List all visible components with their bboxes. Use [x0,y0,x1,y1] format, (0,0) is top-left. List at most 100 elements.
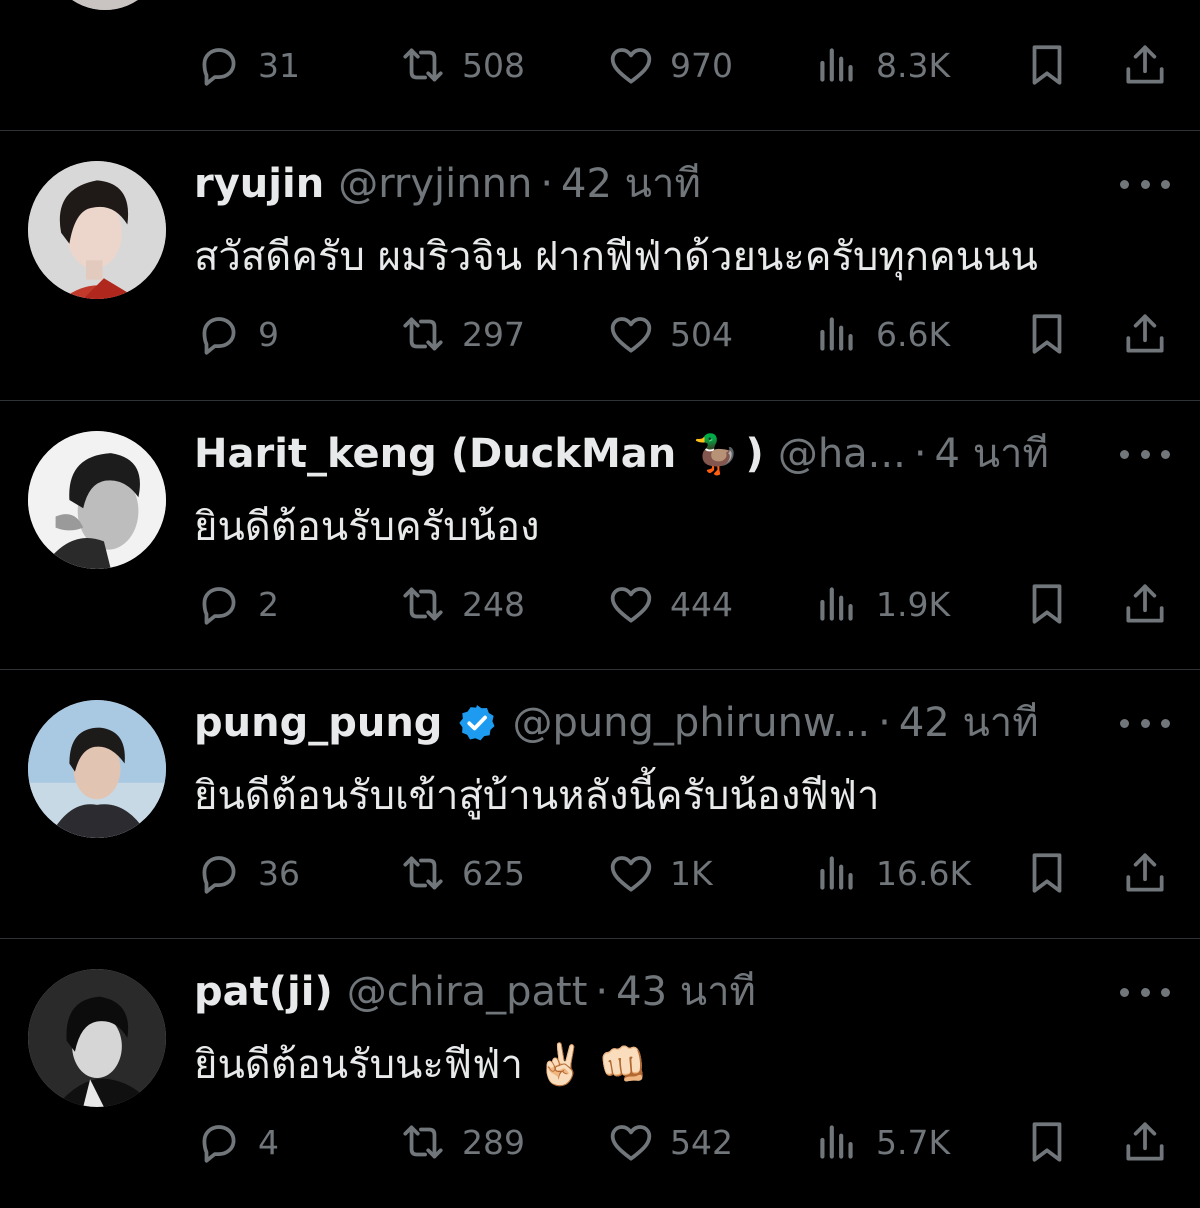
views-icon [820,856,853,890]
views-icon [820,48,853,82]
more-button[interactable] [1120,439,1170,469]
tweet[interactable]: pat(ji) @chira_patt · 43 นาที ยินดีต้อนร… [0,938,1200,1208]
retweet-icon [403,48,443,82]
heart-icon [610,587,652,623]
share-button[interactable] [1120,569,1170,639]
views-button[interactable]: 6.6K [812,299,950,369]
tweet-header: Harit_keng (DuckMan 🦆) @ha... · 4 นาที [194,427,1094,481]
avatar[interactable] [46,0,164,10]
reply-button[interactable]: 36 [194,838,300,908]
bookmark-icon [1032,45,1062,85]
like-count: 504 [670,314,733,354]
like-button[interactable]: 542 [606,1107,733,1177]
like-button[interactable]: 504 [606,299,733,369]
handle[interactable]: @chira_patt [347,965,588,1019]
action-bar: 36 625 1K 16.6K [0,838,1200,908]
view-count: 5.7K [876,1122,951,1162]
timestamp[interactable]: 42 นาที [561,157,701,211]
avatar-image [28,700,166,838]
display-name[interactable]: pung_pung [194,696,442,750]
views-button[interactable]: 8.3K [812,30,950,100]
views-button[interactable]: 1.9K [812,569,950,639]
share-icon [1126,853,1164,892]
bookmark-button[interactable] [1022,30,1072,100]
retweet-icon [403,587,443,621]
duck-emoji: 🦆 [692,432,740,476]
display-name[interactable]: pat(ji) [194,965,333,1019]
timestamp[interactable]: 43 นาที [616,965,756,1019]
reply-button[interactable]: 31 [194,30,300,100]
avatar[interactable] [28,700,166,838]
display-name-close: ) [745,431,764,477]
like-button[interactable]: 970 [606,30,733,100]
reply-count: 36 [258,853,300,893]
bookmark-button[interactable] [1022,838,1072,908]
separator: · [878,700,891,746]
retweet-icon [403,856,443,890]
retweet-icon [403,317,443,351]
handle[interactable]: @pung_phirunw... [512,696,870,750]
retweet-button[interactable]: 625 [398,838,525,908]
reply-count: 4 [258,1122,279,1162]
avatar[interactable] [28,969,166,1107]
views-button[interactable]: 5.7K [812,1107,950,1177]
view-count: 8.3K [876,45,951,85]
bookmark-button[interactable] [1022,1107,1072,1177]
views-button[interactable]: 16.6K [812,838,971,908]
avatar-image [46,0,164,10]
bookmark-button[interactable] [1022,569,1072,639]
retweet-button[interactable]: 297 [398,299,525,369]
tweet-partial[interactable]: 31 508 970 8.3K [0,0,1200,132]
reply-button[interactable]: 9 [194,299,279,369]
reply-button[interactable]: 4 [194,1107,279,1177]
retweet-button[interactable]: 508 [398,30,525,100]
view-count: 1.9K [876,584,951,624]
more-icon-dot [1161,449,1170,459]
tweet[interactable]: pung_pung @pung_phirunw... · 42 นาที ยิน… [0,669,1200,939]
view-count: 6.6K [876,314,951,354]
avatar[interactable] [28,431,166,569]
timestamp[interactable]: 42 นาที [899,696,1039,750]
bookmark-icon [1032,584,1062,624]
tweet[interactable]: Harit_keng (DuckMan 🦆) @ha... · 4 นาที ย… [0,400,1200,670]
timestamp[interactable]: 4 นาที [935,427,1049,481]
tweet[interactable]: ryujin @rryjinnn · 42 นาที สวัสดีครับ ผม… [0,130,1200,400]
share-button[interactable] [1120,30,1170,100]
heart-icon [610,1125,652,1161]
retweet-count: 248 [462,584,525,624]
more-button[interactable] [1120,169,1170,199]
more-icon-dot [1161,179,1170,189]
like-button[interactable]: 1K [606,838,713,908]
handle[interactable]: @ha... [778,427,906,481]
display-name[interactable]: ryujin [194,157,324,211]
retweet-icon [403,1125,443,1159]
retweet-button[interactable]: 248 [398,569,525,639]
separator: · [540,161,554,207]
reply-button[interactable]: 2 [194,569,279,639]
avatar-image [28,161,166,299]
share-button[interactable] [1120,838,1170,908]
reply-icon [202,317,236,355]
like-button[interactable]: 444 [606,569,733,639]
like-count: 542 [670,1122,733,1162]
share-button[interactable] [1120,299,1170,369]
tweet-header: ryujin @rryjinnn · 42 นาที [194,157,1094,211]
more-button[interactable] [1120,708,1170,738]
bookmark-button[interactable] [1022,299,1072,369]
separator: · [595,969,609,1015]
avatar[interactable] [28,161,166,299]
share-icon [1126,584,1164,623]
display-name[interactable]: Harit_keng (DuckMan 🦆) [194,427,764,481]
retweet-button[interactable]: 289 [398,1107,525,1177]
timeline-feed: 31 508 970 8.3K ryujin @rryjinnn · 42 นา… [0,0,1200,1200]
action-bar: 2 248 444 1.9K [0,569,1200,639]
reply-count: 9 [258,314,279,354]
separator: · [913,431,927,477]
more-icon-dot [1120,987,1129,997]
share-button[interactable] [1120,1107,1170,1177]
handle[interactable]: @rryjinnn [338,157,532,211]
more-icon-dot [1161,718,1170,728]
more-button[interactable] [1120,977,1170,1007]
share-icon [1126,1122,1164,1161]
bookmark-icon [1032,314,1062,354]
